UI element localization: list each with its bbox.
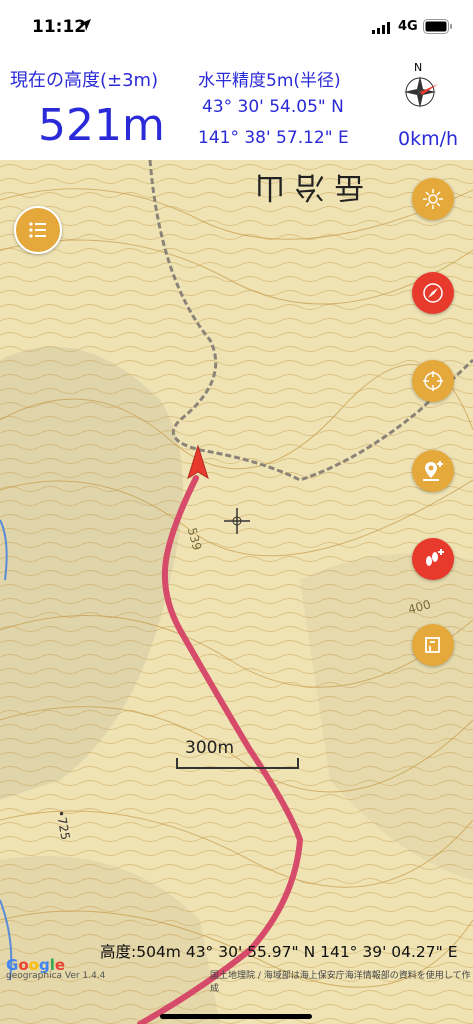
crosshair-target-icon xyxy=(423,371,443,391)
accuracy-label: 水平精度5m(半径) xyxy=(198,71,341,91)
flag-button[interactable] xyxy=(412,624,454,666)
status-bar: 11:12 4G xyxy=(0,0,473,52)
svg-text:N: N xyxy=(414,61,422,74)
version-label: geographica Ver 1.4.4 xyxy=(6,971,106,981)
locate-button[interactable] xyxy=(412,360,454,402)
signal-icon xyxy=(372,22,390,34)
home-indicator[interactable] xyxy=(160,1014,312,1019)
sunburst-icon xyxy=(423,189,443,209)
add-track-button[interactable] xyxy=(412,538,454,580)
flag-icon xyxy=(425,637,440,653)
cursor-info: 高度:504m 43° 30' 55.97" N 141° 39' 04.27"… xyxy=(100,943,458,961)
crosshair-icon xyxy=(224,508,250,534)
speed-value: 0km/h xyxy=(398,128,459,150)
compass-button[interactable] xyxy=(412,272,454,314)
map-place-label: 岳 冶 山 xyxy=(255,169,365,204)
add-footprints-icon xyxy=(426,549,444,566)
menu-button[interactable] xyxy=(14,206,62,254)
map-credit: 国土地理院 / 海域部は海上保安庁海洋情報部の資料を使用して作成 xyxy=(210,971,471,994)
compass-icon xyxy=(423,283,443,303)
layers-button[interactable] xyxy=(412,178,454,220)
location-arrow-icon xyxy=(79,19,91,31)
menu-list-icon xyxy=(29,222,46,238)
altitude-label: 現在の高度(±3m) xyxy=(10,70,159,91)
add-point-icon xyxy=(423,461,443,481)
add-point-button[interactable] xyxy=(412,450,454,492)
scale-bar xyxy=(176,758,299,769)
map-view[interactable] xyxy=(0,160,473,1024)
latitude-value: 43° 30' 54.05" N xyxy=(202,97,344,117)
topo-map[interactable] xyxy=(0,160,473,1024)
longitude-value: 141° 38' 57.12" E xyxy=(198,128,349,148)
battery-icon xyxy=(423,19,452,34)
compass-rose-icon[interactable]: N xyxy=(396,60,448,116)
altitude-value: 521m xyxy=(38,100,165,151)
network-type: 4G xyxy=(398,19,418,34)
scale-label: 300m xyxy=(185,738,235,758)
